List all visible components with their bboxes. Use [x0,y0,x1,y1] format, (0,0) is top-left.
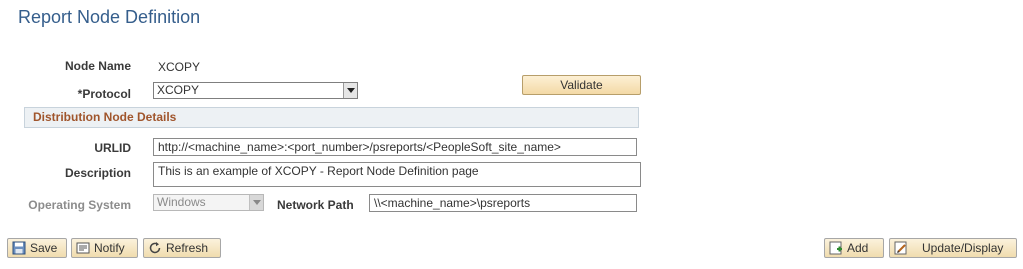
add-label: Add [847,241,869,255]
add-icon [829,241,843,255]
operating-system-value: Windows [157,195,206,209]
notify-icon [76,241,90,255]
node-name-label: Node Name [64,59,131,73]
notify-label: Notify [94,241,125,255]
urlid-label: URLID [94,141,131,155]
refresh-label: Refresh [166,241,209,255]
network-path-label: Network Path [277,198,354,212]
operating-system-label: Operating System [28,198,131,212]
chevron-down-icon[interactable] [343,83,357,98]
update-display-button[interactable]: Update/Display [889,238,1017,258]
page-title: Report Node Definition [18,7,201,27]
distribution-node-details-header: Distribution Node Details [24,107,639,128]
description-label: Description [64,166,131,180]
chevron-down-icon [249,195,263,210]
protocol-select-value: XCOPY [157,83,200,97]
notify-button[interactable]: Notify [71,238,138,258]
node-name-value: XCOPY [158,60,201,74]
save-button[interactable]: Save [7,238,67,258]
network-path-field[interactable]: \\<machine_name>\psreports [369,194,637,212]
validate-button[interactable]: Validate [522,75,641,95]
operating-system-select: Windows [153,194,264,211]
save-icon [12,241,26,255]
refresh-icon [148,241,162,255]
update-display-icon [894,241,908,255]
add-button[interactable]: Add [824,238,884,258]
protocol-select[interactable]: XCOPY [153,82,358,99]
description-field[interactable]: This is an example of XCOPY - Report Nod… [153,162,641,187]
update-display-label: Update/Display [922,241,1004,255]
refresh-button[interactable]: Refresh [143,238,221,258]
urlid-field[interactable]: http://<machine_name>:<port_number>/psre… [153,138,637,156]
save-label: Save [30,241,58,255]
protocol-label: *Protocol [77,87,131,101]
